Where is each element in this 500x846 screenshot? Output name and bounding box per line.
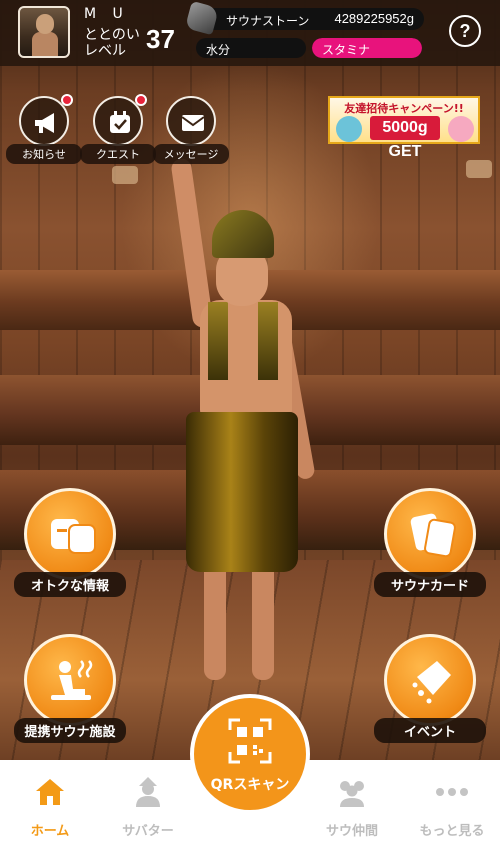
avatar-right-leg [252, 560, 274, 680]
stone-value: 4289225952g [334, 11, 414, 26]
level-value: 37 [146, 24, 175, 54]
nav-home[interactable]: ホーム [2, 768, 98, 842]
wall-lamp-right [466, 160, 492, 178]
deals-button[interactable]: オトクな情報 [14, 488, 126, 598]
avatar-icon [136, 777, 160, 807]
nav-avatar-label: サバター [122, 824, 174, 839]
level-label-line2: レベル [84, 43, 126, 59]
ticket-icon [51, 519, 96, 554]
event-button[interactable]: イベント [374, 634, 486, 744]
nav-friends-label: サウ仲間 [325, 824, 378, 839]
quest-badge [135, 94, 147, 106]
sauna-person-icon [51, 660, 93, 700]
quest-button[interactable]: クエスト [80, 94, 156, 166]
stone-icon [184, 0, 220, 36]
nav-more-label: もっと見る [419, 824, 485, 839]
nav-more[interactable]: もっと見る [404, 768, 500, 842]
avatar-sauna-hat [212, 210, 274, 258]
stamina-meter: スタミナ [312, 38, 422, 58]
status-header: M U ととのい レベル 37 サウナストーン 4289225952g 水分 ス… [0, 0, 500, 66]
notice-badge [61, 94, 73, 106]
sauna-stone-counter: サウナストーン 4289225952g [184, 0, 424, 36]
help-button[interactable]: ? [449, 15, 481, 47]
sauna-card-button[interactable]: サウナカード [374, 488, 486, 598]
profile-avatar-body [32, 32, 58, 56]
megaphone-icon [35, 113, 54, 133]
partner-sauna-button[interactable]: 提携サウナ施設 [14, 634, 126, 744]
avatar-gold-wrap [186, 412, 298, 572]
quest-label: クエスト [80, 144, 156, 164]
stamina-label: スタミナ [322, 43, 371, 57]
cards-icon [410, 513, 456, 558]
sauna-card-button-orb [384, 488, 476, 580]
avatar-towel-left [208, 302, 228, 380]
party-popper-icon [412, 661, 451, 704]
qr-scan-icon [228, 718, 272, 764]
notice-button[interactable]: お知らせ [6, 94, 82, 166]
friends-icon [340, 781, 364, 807]
avatar-towel-right [258, 302, 278, 380]
profile-avatar[interactable] [18, 6, 70, 58]
qr-scan-button[interactable]: QRスキャン [190, 694, 310, 814]
sauna-card-label: サウナカード [374, 572, 486, 597]
nav-friends[interactable]: サウ仲間 [304, 768, 400, 842]
deals-button-orb [24, 488, 116, 580]
message-button-circle [166, 96, 216, 146]
profile-avatar-head [36, 14, 54, 34]
home-icon [36, 779, 64, 805]
wall-lamp-left [112, 166, 138, 184]
partner-sauna-label: 提携サウナ施設 [14, 718, 126, 743]
notice-label: お知らせ [6, 144, 82, 164]
envelope-icon [181, 115, 205, 131]
banner-character-left [336, 116, 362, 142]
deals-label: オトクな情報 [14, 572, 126, 597]
message-label: メッセージ [153, 144, 229, 164]
user-name: M U [84, 6, 129, 22]
banner-character-right [448, 116, 474, 142]
more-icon [436, 788, 468, 796]
avatar-character[interactable] [160, 150, 330, 700]
calendar-check-icon [110, 111, 130, 133]
friend-invite-banner[interactable]: 友達招待キャンペーン!! 5000g GET [328, 96, 480, 160]
nav-home-label: ホーム [30, 824, 70, 839]
nav-avatar[interactable]: サバター [100, 768, 196, 842]
banner-title: 友達招待キャンペーン!! [344, 102, 464, 115]
water-label: 水分 [206, 43, 231, 57]
message-button[interactable]: メッセージ [153, 96, 229, 166]
water-meter: 水分 [196, 38, 306, 58]
banner-amount: 5000g GET [370, 116, 440, 160]
qr-scan-label: QRスキャン [210, 777, 290, 793]
avatar-left-leg [204, 560, 226, 680]
partner-sauna-button-orb [24, 634, 116, 726]
event-label: イベント [374, 718, 486, 743]
stone-label: サウナストーン [226, 14, 310, 28]
event-button-orb [384, 634, 476, 726]
